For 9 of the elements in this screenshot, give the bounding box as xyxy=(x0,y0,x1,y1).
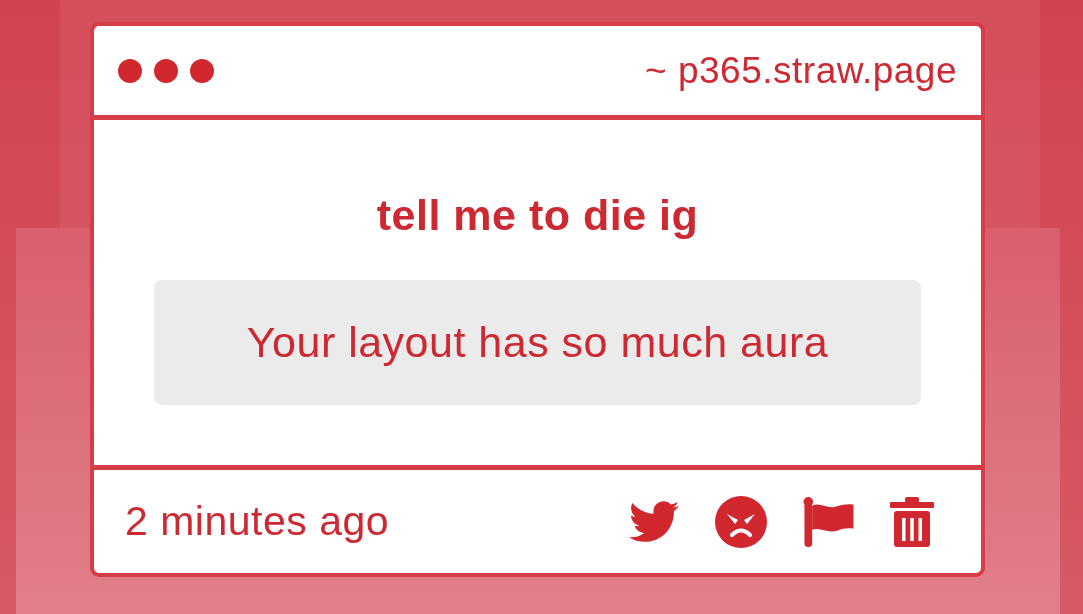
flag-icon[interactable] xyxy=(803,496,854,547)
prompt-title: tell me to die ig xyxy=(376,191,699,239)
trash-icon[interactable] xyxy=(890,496,934,547)
timestamp: 2 minutes ago xyxy=(125,498,390,545)
angry-face-icon[interactable] xyxy=(715,495,767,548)
three-dots-icon xyxy=(118,58,214,83)
message-bubble: Your layout has so much aura xyxy=(154,280,921,405)
bird-icon[interactable] xyxy=(629,501,679,542)
url-text: ~ p365.straw.page xyxy=(645,49,957,92)
